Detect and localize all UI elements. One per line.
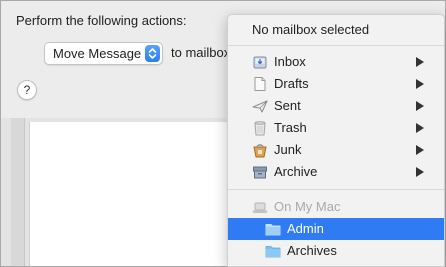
folder-icon [265,224,281,236]
action-popup-button[interactable]: Move Message [44,42,163,65]
menu-item-archive[interactable]: Archive [228,161,444,183]
submenu-arrow-icon [416,57,424,67]
background-sidebar [11,118,25,266]
menu-item-drafts[interactable]: Drafts [228,73,444,95]
drafts-icon [254,77,266,91]
inbox-icon [253,56,267,69]
menu-section-on-my-mac: On My Mac [228,196,444,218]
menu-item-sent[interactable]: Sent [228,95,444,117]
laptop-icon [252,202,268,213]
menu-separator [228,45,444,46]
menu-separator [228,189,444,190]
action-popup-label: Move Message [53,46,142,61]
sent-icon [252,100,268,113]
submenu-arrow-icon [416,123,424,133]
submenu-arrow-icon [416,167,424,177]
menu-item-label: Archives [287,243,337,258]
trash-icon [254,121,266,136]
menu-item-junk[interactable]: Junk [228,139,444,161]
submenu-arrow-icon [416,145,424,155]
mailbox-menu: No mailbox selected Inbox Drafts Sent Tr… [227,14,445,267]
menu-item-label: Junk [274,142,302,157]
to-mailbox-label: to mailbox [171,45,231,60]
menu-item-label: Drafts [274,76,309,91]
menu-item-archives[interactable]: Archives [228,240,444,262]
menu-item-label: Admin [287,221,324,236]
menu-section-label: On My Mac [274,199,341,214]
menu-item-label: Inbox [274,54,306,69]
menu-item-label: Sent [274,98,301,113]
submenu-arrow-icon [416,79,424,89]
help-button[interactable]: ? [17,80,37,100]
menu-item-label: Trash [274,120,307,135]
menu-header-no-mailbox[interactable]: No mailbox selected [252,22,369,37]
archive-icon [253,166,267,179]
menu-item-trash[interactable]: Trash [228,117,444,139]
junk-icon [253,144,267,158]
menu-item-label: Archive [274,164,318,179]
menu-item-inbox[interactable]: Inbox [228,51,444,73]
menu-item-admin[interactable]: Admin [228,218,444,240]
popup-stepper-icon [145,45,160,62]
submenu-arrow-icon [416,101,424,111]
actions-label: Perform the following actions: [16,13,187,28]
folder-icon [265,246,281,258]
